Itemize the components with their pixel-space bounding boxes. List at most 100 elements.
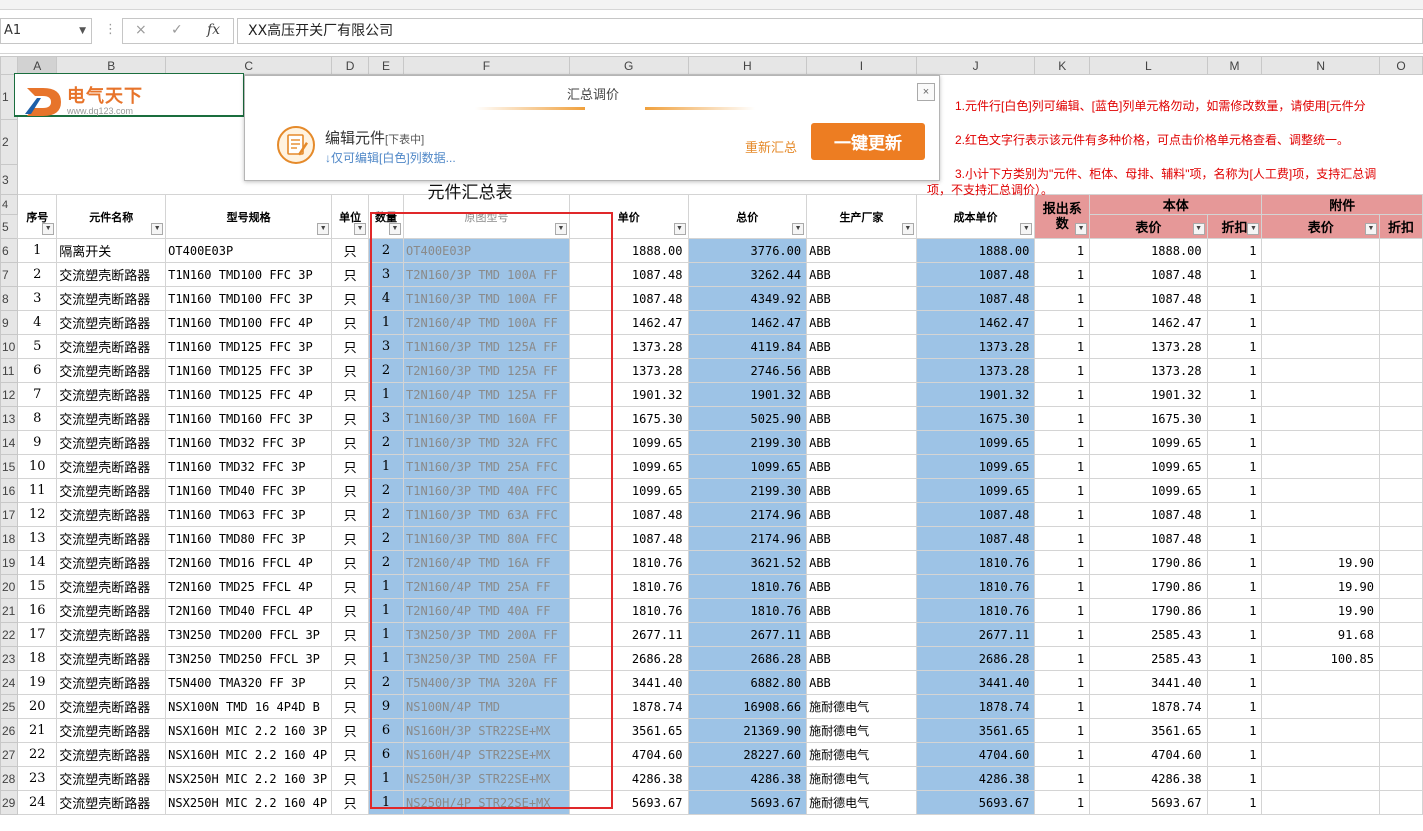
cell-acc-list[interactable] bbox=[1261, 238, 1380, 263]
cell-cost-price[interactable]: 2677.11 bbox=[915, 622, 1036, 647]
cell-unit[interactable]: 只 bbox=[331, 454, 370, 479]
cell-acc-disc[interactable] bbox=[1378, 526, 1423, 551]
cell-seq[interactable]: 15 bbox=[17, 574, 58, 599]
row-header[interactable]: 3 bbox=[0, 164, 19, 195]
cell-maker[interactable]: ABB bbox=[806, 382, 917, 407]
cell-quote-coef[interactable]: 1 bbox=[1034, 238, 1091, 263]
cell-acc-list[interactable] bbox=[1261, 766, 1380, 791]
filter-icon[interactable]: ▼ bbox=[554, 223, 567, 235]
cell-name[interactable]: 交流塑壳断路器 bbox=[56, 262, 167, 287]
cell-unit[interactable]: 只 bbox=[331, 334, 370, 359]
cell-acc-list[interactable]: 91.68 bbox=[1261, 622, 1380, 647]
cell-seq[interactable]: 8 bbox=[17, 406, 58, 431]
cell-maker[interactable]: ABB bbox=[806, 478, 917, 503]
col-header[interactable]: J bbox=[915, 56, 1036, 75]
cell-unit-price[interactable]: 1087.48 bbox=[568, 502, 689, 527]
cell-model[interactable]: T1N160 TMD125 FFC 3P bbox=[165, 334, 333, 359]
row-header[interactable]: 17 bbox=[0, 502, 19, 527]
cell-body-disc[interactable]: 1 bbox=[1206, 478, 1263, 503]
cell-cost-price[interactable]: 3441.40 bbox=[915, 670, 1036, 695]
one-click-update-button[interactable]: 一键更新 bbox=[811, 123, 925, 160]
cell-unit-price[interactable]: 1888.00 bbox=[568, 238, 689, 263]
cell-orig-model[interactable]: T1N160/3P TMD 63A FFC bbox=[403, 502, 570, 527]
cell-total[interactable]: 4119.84 bbox=[687, 334, 808, 359]
filter-icon[interactable]: ▼ bbox=[317, 223, 330, 235]
col-header[interactable]: F bbox=[403, 56, 570, 75]
cell-qty[interactable]: 1 bbox=[368, 646, 405, 671]
cell-acc-list[interactable] bbox=[1261, 358, 1380, 383]
cell-model[interactable]: T1N160 TMD40 FFC 3P bbox=[165, 478, 333, 503]
cell-body-disc[interactable]: 1 bbox=[1206, 622, 1263, 647]
cell-quote-coef[interactable]: 1 bbox=[1034, 670, 1091, 695]
cell-orig-model[interactable]: T1N160/3P TMD 32A FFC bbox=[403, 430, 570, 455]
enter-icon[interactable]: ✓ bbox=[171, 22, 183, 38]
cell-model[interactable]: OT400E03P bbox=[165, 238, 333, 263]
filter-icon[interactable]: ▼ bbox=[151, 223, 164, 235]
cell-name[interactable]: 交流塑壳断路器 bbox=[56, 598, 167, 623]
cell-seq[interactable]: 17 bbox=[17, 622, 58, 647]
cell-maker[interactable]: ABB bbox=[806, 598, 917, 623]
cell-unit-price[interactable]: 4286.38 bbox=[568, 766, 689, 791]
cell-qty[interactable]: 9 bbox=[368, 694, 405, 719]
cell-unit-price[interactable]: 4704.60 bbox=[568, 742, 689, 767]
cell-total[interactable]: 2199.30 bbox=[687, 430, 808, 455]
cell-body-list[interactable]: 2585.43 bbox=[1089, 622, 1208, 647]
edit-document-icon[interactable] bbox=[277, 126, 315, 164]
cell-unit[interactable]: 只 bbox=[331, 766, 370, 791]
cell-unit-price[interactable]: 5693.67 bbox=[568, 790, 689, 815]
cell-unit[interactable]: 只 bbox=[331, 646, 370, 671]
splitter-icon[interactable]: ⋮ bbox=[104, 22, 117, 37]
cell-body-list[interactable]: 1087.48 bbox=[1089, 526, 1208, 551]
cell-cost-price[interactable]: 1087.48 bbox=[915, 286, 1036, 311]
header-model[interactable]: 型号规格 ▼ bbox=[165, 194, 333, 239]
cell-cost-price[interactable]: 1087.48 bbox=[915, 262, 1036, 287]
col-header[interactable]: H bbox=[687, 56, 808, 75]
filter-icon[interactable]: ▼ bbox=[1075, 223, 1088, 235]
select-all-corner[interactable] bbox=[0, 56, 19, 75]
cell-acc-disc[interactable] bbox=[1378, 478, 1423, 503]
cell-total[interactable]: 2174.96 bbox=[687, 526, 808, 551]
close-icon[interactable]: × bbox=[917, 83, 935, 101]
cell-qty[interactable]: 2 bbox=[368, 238, 405, 263]
cell-unit[interactable]: 只 bbox=[331, 478, 370, 503]
cell-name[interactable]: 交流塑壳断路器 bbox=[56, 646, 167, 671]
cell-acc-list[interactable] bbox=[1261, 694, 1380, 719]
cell-quote-coef[interactable]: 1 bbox=[1034, 622, 1091, 647]
cell-acc-disc[interactable] bbox=[1378, 430, 1423, 455]
cell-quote-coef[interactable]: 1 bbox=[1034, 742, 1091, 767]
cell-maker[interactable]: ABB bbox=[806, 430, 917, 455]
header-acc-disc[interactable]: 折扣 bbox=[1378, 214, 1423, 239]
row-header[interactable]: 29 bbox=[0, 790, 19, 815]
col-header[interactable]: N bbox=[1261, 56, 1380, 75]
cell-seq[interactable]: 2 bbox=[17, 262, 58, 287]
row-header[interactable]: 19 bbox=[0, 550, 19, 575]
cell-quote-coef[interactable]: 1 bbox=[1034, 286, 1091, 311]
cell-quote-coef[interactable]: 1 bbox=[1034, 550, 1091, 575]
row-header[interactable]: 28 bbox=[0, 766, 19, 791]
cell-cost-price[interactable]: 1373.28 bbox=[915, 334, 1036, 359]
cell-model[interactable]: T1N160 TMD100 FFC 4P bbox=[165, 310, 333, 335]
cell-model[interactable]: T2N160 TMD16 FFCL 4P bbox=[165, 550, 333, 575]
cell-unit-price[interactable]: 2677.11 bbox=[568, 622, 689, 647]
cell-name[interactable]: 交流塑壳断路器 bbox=[56, 382, 167, 407]
cell-model[interactable]: T1N160 TMD125 FFC 3P bbox=[165, 358, 333, 383]
cell-orig-model[interactable]: NS100N/4P TMD bbox=[403, 694, 570, 719]
cell-body-list[interactable]: 4286.38 bbox=[1089, 766, 1208, 791]
col-header[interactable]: C bbox=[165, 56, 333, 75]
cell-body-list[interactable]: 1675.30 bbox=[1089, 406, 1208, 431]
cell-body-disc[interactable]: 1 bbox=[1206, 742, 1263, 767]
cell-body-list[interactable]: 1373.28 bbox=[1089, 358, 1208, 383]
cell-acc-list[interactable] bbox=[1261, 430, 1380, 455]
cell-name[interactable]: 交流塑壳断路器 bbox=[56, 766, 167, 791]
cell-total[interactable]: 2746.56 bbox=[687, 358, 808, 383]
cell-qty[interactable]: 1 bbox=[368, 766, 405, 791]
cell-acc-disc[interactable] bbox=[1378, 310, 1423, 335]
cell-total[interactable]: 1099.65 bbox=[687, 454, 808, 479]
cell-maker[interactable]: 施耐德电气 bbox=[806, 742, 917, 767]
cell-orig-model[interactable]: T2N160/4P TMD 16A FF bbox=[403, 550, 570, 575]
cell-model[interactable]: T1N160 TMD63 FFC 3P bbox=[165, 502, 333, 527]
header-body-list[interactable]: 表价 ▼ bbox=[1089, 214, 1208, 239]
cell-unit[interactable]: 只 bbox=[331, 406, 370, 431]
cell-acc-list[interactable] bbox=[1261, 262, 1380, 287]
cell-seq[interactable]: 24 bbox=[17, 790, 58, 815]
